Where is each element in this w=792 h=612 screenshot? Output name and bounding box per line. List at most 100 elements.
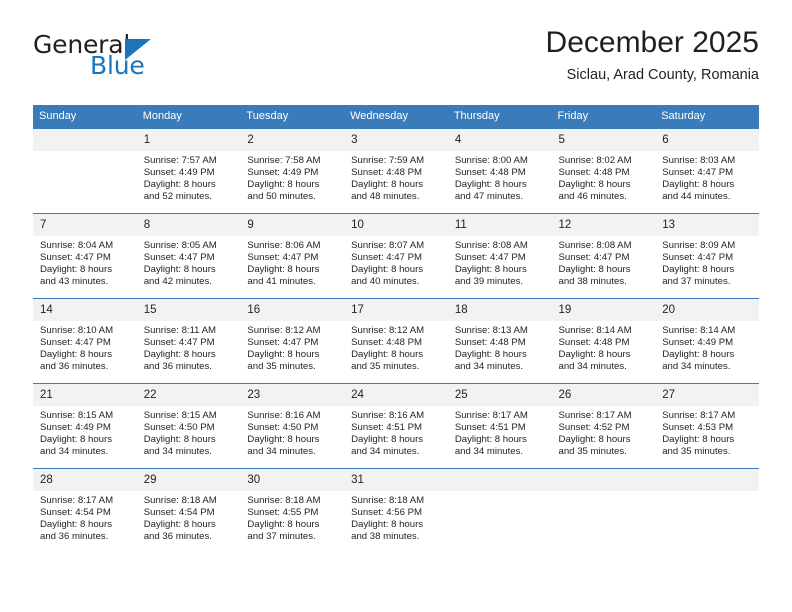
calendar-day-cell[interactable]: 31 Sunrise: 8:18 AM Sunset: 4:56 PM Dayligh… xyxy=(344,468,448,553)
sunrise-time: Sunrise: 8:12 AM xyxy=(351,325,425,336)
daylight-duration-line2: and 35 minutes. xyxy=(662,445,731,457)
daylight-duration-line1: Daylight: 8 hours xyxy=(143,178,216,190)
sunrise-time: Sunrise: 8:13 AM xyxy=(454,325,528,336)
day-number: 5 xyxy=(551,129,656,151)
calendar-day-cell[interactable]: 7 Sunrise: 8:04 AM Sunset: 4:47 PM Daylight… xyxy=(33,213,137,299)
day-cell-content xyxy=(655,469,759,553)
day-cell-content: 31 Sunrise: 8:18 AM Sunset: 4:56 PM Dayligh… xyxy=(344,469,448,553)
day-number xyxy=(655,469,759,491)
general-blue-logo[interactable]: General Blue xyxy=(33,30,263,92)
daylight-duration-line1: Daylight: 8 hours xyxy=(247,348,320,360)
calendar-day-cell[interactable]: 3 Sunrise: 7:59 AM Sunset: 4:48 PM Daylight… xyxy=(344,129,448,214)
daylight-duration-line2: and 36 minutes. xyxy=(40,360,109,372)
sunset-time: Sunset: 4:48 PM xyxy=(558,336,630,348)
day-details: Sunrise: 8:14 AM Sunset: 4:49 PM Daylight:… xyxy=(655,321,759,373)
day-details: Sunrise: 8:08 AM Sunset: 4:47 PM Daylight:… xyxy=(552,236,656,288)
sunset-time: Sunset: 4:47 PM xyxy=(247,251,319,263)
calendar-day-cell[interactable]: 21 Sunrise: 8:15 AM Sunset: 4:49 PM Dayligh… xyxy=(33,383,137,469)
day-number: 29 xyxy=(136,469,241,491)
day-cell-content: 8 Sunrise: 8:05 AM Sunset: 4:47 PM Daylight… xyxy=(136,214,241,298)
calendar-day-cell[interactable]: 18 Sunrise: 8:13 AM Sunset: 4:48 PM Dayligh… xyxy=(447,298,552,384)
day-number: 21 xyxy=(33,384,137,406)
calendar-day-cell[interactable]: 28 Sunrise: 8:17 AM Sunset: 4:54 PM Dayligh… xyxy=(33,468,137,553)
sunset-time: Sunset: 4:47 PM xyxy=(40,251,111,263)
daylight-duration-line2: and 41 minutes. xyxy=(247,275,316,287)
daylight-duration-line1: Daylight: 8 hours xyxy=(40,518,112,530)
day-details: Sunrise: 8:12 AM Sunset: 4:47 PM Daylight:… xyxy=(240,321,344,373)
day-details: Sunrise: 8:18 AM Sunset: 4:54 PM Daylight:… xyxy=(137,491,241,543)
calendar-day-cell[interactable]: 23 Sunrise: 8:16 AM Sunset: 4:50 PM Dayligh… xyxy=(240,383,345,469)
calendar-day-cell[interactable]: 10 Sunrise: 8:07 AM Sunset: 4:47 PM Dayligh… xyxy=(344,213,448,299)
calendar-day-cell[interactable]: 4 Sunrise: 8:00 AM Sunset: 4:48 PM Daylight… xyxy=(447,129,552,214)
day-cell-content: 21 Sunrise: 8:15 AM Sunset: 4:49 PM Dayligh… xyxy=(33,384,137,468)
calendar-day-cell xyxy=(447,468,552,553)
day-details: Sunrise: 8:14 AM Sunset: 4:48 PM Daylight:… xyxy=(552,321,656,373)
daylight-duration-line1: Daylight: 8 hours xyxy=(454,263,527,275)
calendar-day-cell[interactable]: 15 Sunrise: 8:11 AM Sunset: 4:47 PM Dayligh… xyxy=(136,298,241,384)
daylight-duration-line1: Daylight: 8 hours xyxy=(351,348,424,360)
calendar-day-cell[interactable]: 14 Sunrise: 8:10 AM Sunset: 4:47 PM Dayligh… xyxy=(33,298,137,384)
daylight-duration-line1: Daylight: 8 hours xyxy=(351,518,424,530)
day-cell-content: 16 Sunrise: 8:12 AM Sunset: 4:47 PM Dayligh… xyxy=(240,299,345,383)
daylight-duration-line2: and 40 minutes. xyxy=(351,275,420,287)
sunset-time: Sunset: 4:49 PM xyxy=(247,166,319,178)
calendar-day-cell[interactable]: 5 Sunrise: 8:02 AM Sunset: 4:48 PM Daylight… xyxy=(551,129,656,214)
calendar-day-cell[interactable]: 17 Sunrise: 8:12 AM Sunset: 4:48 PM Dayligh… xyxy=(344,298,448,384)
day-number: 22 xyxy=(136,384,241,406)
day-number: 23 xyxy=(240,384,345,406)
calendar-day-cell[interactable]: 11 Sunrise: 8:08 AM Sunset: 4:47 PM Dayligh… xyxy=(447,213,552,299)
daylight-duration-line2: and 42 minutes. xyxy=(143,275,212,287)
day-details xyxy=(552,491,656,495)
daylight-duration-line2: and 34 minutes. xyxy=(454,360,524,372)
day-number: 20 xyxy=(655,299,759,321)
sunrise-time: Sunrise: 8:07 AM xyxy=(351,240,425,251)
weekday-header-tuesday: Tuesday xyxy=(240,105,345,129)
calendar-day-cell[interactable]: 2 Sunrise: 7:58 AM Sunset: 4:49 PM Daylight… xyxy=(240,129,345,214)
daylight-duration-line2: and 46 minutes. xyxy=(558,190,627,202)
calendar-day-cell[interactable]: 1 Sunrise: 7:57 AM Sunset: 4:49 PM Daylight… xyxy=(136,129,241,214)
sunrise-time: Sunrise: 7:59 AM xyxy=(351,155,425,166)
calendar-day-cell[interactable]: 20 Sunrise: 8:14 AM Sunset: 4:49 PM Dayligh… xyxy=(655,298,759,384)
calendar-day-cell[interactable]: 16 Sunrise: 8:12 AM Sunset: 4:47 PM Dayligh… xyxy=(240,298,345,384)
sunset-time: Sunset: 4:48 PM xyxy=(351,336,423,348)
calendar-day-cell[interactable]: 25 Sunrise: 8:17 AM Sunset: 4:51 PM Dayligh… xyxy=(447,383,552,469)
calendar-day-cell[interactable]: 9 Sunrise: 8:06 AM Sunset: 4:47 PM Daylight… xyxy=(240,213,345,299)
daylight-duration-line1: Daylight: 8 hours xyxy=(247,263,320,275)
sunrise-time: Sunrise: 8:02 AM xyxy=(558,155,632,166)
daylight-duration-line1: Daylight: 8 hours xyxy=(558,348,631,360)
calendar-day-cell[interactable]: 8 Sunrise: 8:05 AM Sunset: 4:47 PM Daylight… xyxy=(136,213,241,299)
calendar-day-cell xyxy=(551,468,656,553)
day-cell-content: 6 Sunrise: 8:03 AM Sunset: 4:47 PM Daylight… xyxy=(655,129,759,213)
sunrise-time: Sunrise: 8:00 AM xyxy=(454,155,528,166)
title-block: December 2025 Siclau, Arad County, Roman… xyxy=(546,26,759,84)
day-cell-content: 17 Sunrise: 8:12 AM Sunset: 4:48 PM Dayligh… xyxy=(344,299,448,383)
daylight-duration-line2: and 35 minutes. xyxy=(351,360,420,372)
weekday-header-saturday: Saturday xyxy=(655,105,759,129)
calendar-day-cell[interactable]: 26 Sunrise: 8:17 AM Sunset: 4:52 PM Dayligh… xyxy=(551,383,656,469)
calendar-day-cell[interactable]: 6 Sunrise: 8:03 AM Sunset: 4:47 PM Daylight… xyxy=(655,129,759,214)
day-cell-content: 9 Sunrise: 8:06 AM Sunset: 4:47 PM Daylight… xyxy=(240,214,345,298)
calendar-day-cell[interactable]: 24 Sunrise: 8:16 AM Sunset: 4:51 PM Dayligh… xyxy=(344,383,448,469)
calendar-day-cell[interactable]: 13 Sunrise: 8:09 AM Sunset: 4:47 PM Dayligh… xyxy=(655,213,759,299)
calendar-day-cell[interactable]: 19 Sunrise: 8:14 AM Sunset: 4:48 PM Dayligh… xyxy=(551,298,656,384)
sunrise-time: Sunrise: 8:09 AM xyxy=(662,240,736,251)
daylight-duration-line1: Daylight: 8 hours xyxy=(247,518,320,530)
sunset-time: Sunset: 4:52 PM xyxy=(558,421,630,433)
day-cell-content: 29 Sunrise: 8:18 AM Sunset: 4:54 PM Dayligh… xyxy=(136,469,241,553)
day-cell-content: 24 Sunrise: 8:16 AM Sunset: 4:51 PM Dayligh… xyxy=(344,384,448,468)
day-details: Sunrise: 8:04 AM Sunset: 4:47 PM Daylight:… xyxy=(33,236,137,288)
calendar-day-cell[interactable]: 12 Sunrise: 8:08 AM Sunset: 4:47 PM Dayligh… xyxy=(551,213,656,299)
day-details: Sunrise: 8:17 AM Sunset: 4:52 PM Daylight:… xyxy=(552,406,656,458)
day-cell-content: 7 Sunrise: 8:04 AM Sunset: 4:47 PM Daylight… xyxy=(33,214,137,298)
sunset-time: Sunset: 4:50 PM xyxy=(247,421,319,433)
sunrise-time: Sunrise: 8:17 AM xyxy=(40,495,114,506)
day-number: 2 xyxy=(240,129,345,151)
day-cell-content: 4 Sunrise: 8:00 AM Sunset: 4:48 PM Daylight… xyxy=(447,129,552,213)
calendar-day-cell[interactable]: 29 Sunrise: 8:18 AM Sunset: 4:54 PM Dayligh… xyxy=(136,468,241,553)
sunrise-time: Sunrise: 8:17 AM xyxy=(454,410,528,421)
sunrise-time: Sunrise: 8:18 AM xyxy=(247,495,321,506)
calendar-day-cell[interactable]: 27 Sunrise: 8:17 AM Sunset: 4:53 PM Dayligh… xyxy=(655,383,759,469)
calendar-day-cell[interactable]: 30 Sunrise: 8:18 AM Sunset: 4:55 PM Dayligh… xyxy=(240,468,345,553)
calendar-day-cell[interactable]: 22 Sunrise: 8:15 AM Sunset: 4:50 PM Dayligh… xyxy=(136,383,241,469)
day-number xyxy=(33,129,137,151)
